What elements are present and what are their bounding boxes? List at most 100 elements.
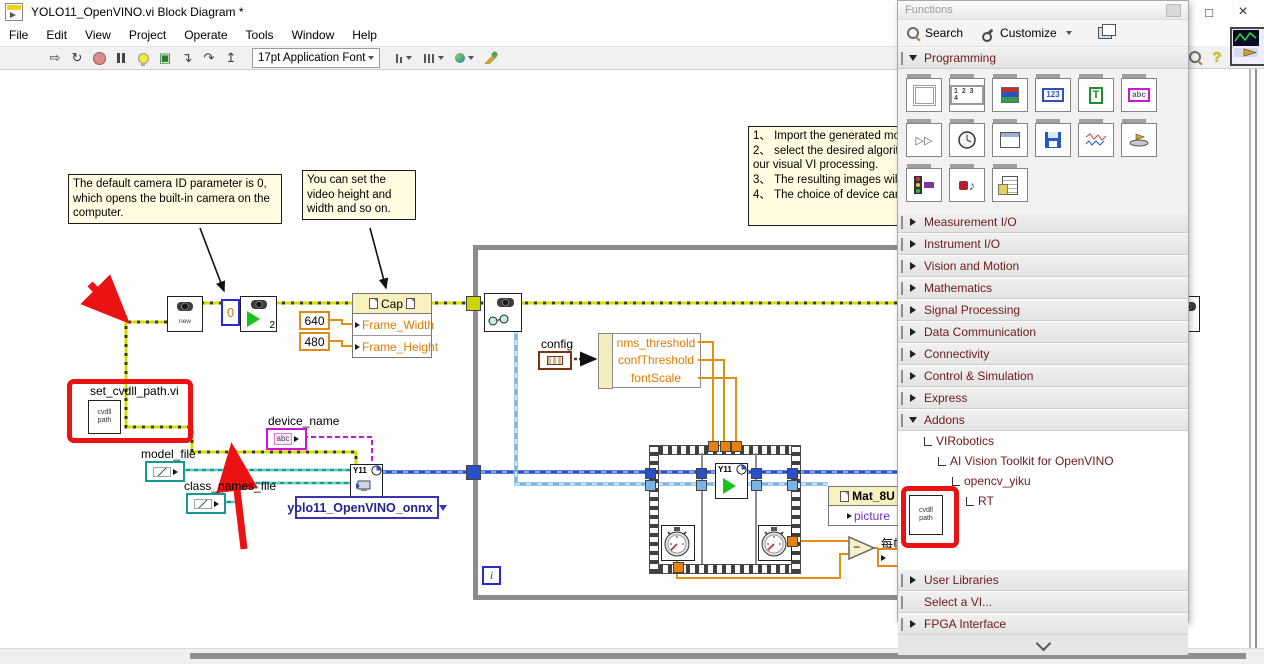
camera-read-node[interactable] [484,293,522,332]
pin-icon[interactable] [1166,4,1181,17]
cluster-icon [1001,87,1019,103]
close-button[interactable]: × [1226,0,1260,24]
camera-index-constant[interactable]: 0 [221,299,240,326]
tree-elbow-icon [952,477,960,486]
cap-row-frame-height[interactable]: Frame_Height [353,336,431,357]
maximize-button[interactable]: □ [1192,0,1226,24]
palette-category-signal-processing[interactable]: Signal Processing [898,299,1188,321]
sequence-tunnel-orange[interactable] [787,536,798,547]
model-file-label[interactable]: model_file [141,447,196,461]
palette-item-dialog-ui[interactable] [992,119,1035,164]
height-constant[interactable]: 480 [299,332,330,351]
sequence-tunnel-lightblue[interactable] [751,480,762,491]
palette-item-cluster[interactable] [992,74,1035,119]
sequence-tunnel-lightblue[interactable] [696,480,707,491]
sequence-tunnel-blue[interactable] [787,468,798,479]
palette-category-fpga-interface[interactable]: FPGA Interface [898,613,1188,635]
sequence-tunnel-orange[interactable] [720,441,731,452]
palette-item-file-io[interactable] [1035,119,1078,164]
sequence-tunnel-lightblue[interactable] [787,480,798,491]
boolean-icon: T [1089,87,1104,104]
palette-search-button[interactable]: Search [925,26,963,40]
sequence-tunnel-lightblue[interactable] [645,480,656,491]
palette-category-mathematics[interactable]: Mathematics [898,277,1188,299]
loop-tunnel-model[interactable] [466,465,481,480]
palette-item-graphics-sound[interactable]: ♪ [949,164,992,209]
palette-item-structures[interactable] [906,74,949,119]
palette-item-numeric[interactable]: 123 [1035,74,1078,119]
palette-item-array[interactable]: 1 2 3 4 [949,74,992,119]
model-file-control[interactable] [145,461,185,482]
wrench-icon [984,28,994,38]
palette-item-report-generation[interactable] [992,164,1035,209]
palette-item-synchronization[interactable] [906,164,949,209]
palette-item-application-control[interactable] [1121,119,1164,164]
tick-count-node-1[interactable] [661,525,695,561]
palette-item-boolean[interactable]: T [1078,74,1121,119]
palette-window-icon[interactable] [1098,27,1112,39]
cap-row-frame-width[interactable]: Frame_Width [353,314,431,336]
loop-tunnel-camera[interactable] [466,296,481,311]
palette-category-control-simulation[interactable]: Control & Simulation [898,365,1188,387]
run-arrow-icon [723,478,736,494]
sequence-tunnel-blue[interactable] [645,468,656,479]
loop-iteration-terminal[interactable]: i [482,566,501,585]
palette-section-programming[interactable]: Programming [898,47,1188,69]
config-control[interactable] [538,351,572,370]
palette-category-express[interactable]: Express [898,387,1188,409]
palette-category-user-libraries[interactable]: User Libraries [898,569,1188,591]
camera-new-node[interactable]: new [167,296,203,332]
sequence-tunnel-blue[interactable] [751,468,762,479]
camera-open-node[interactable]: 2 [240,296,277,332]
vi-icon[interactable] [1230,27,1264,66]
palette-category-vision-and-motion[interactable]: Vision and Motion [898,255,1188,277]
model-ring-selector[interactable]: yolo11_OpenVINO_onnx [295,496,439,519]
cap-property-node[interactable]: Cap Frame_Width Frame_Height [352,293,432,358]
red-highlight-palette-cvdll [901,486,959,548]
width-constant[interactable]: 640 [299,311,330,330]
tree-item-ai-vision-toolkit[interactable]: AI Vision Toolkit for OpenVINO [898,451,1188,471]
camera-icon [249,298,269,311]
sequence-tunnel-blue[interactable] [696,468,707,479]
camera-icon [174,299,196,314]
palette-customize-button[interactable]: Customize [1000,26,1057,40]
palette-item-comparison[interactable]: ▷▷ [906,119,949,164]
property-node-icon [369,298,378,309]
yolo-init-node[interactable]: Y11 [350,464,383,498]
palette-title: Functions [905,4,953,16]
sequence-tunnel-orange[interactable] [673,562,684,573]
sequence-border-bottom[interactable] [649,564,801,574]
sequence-border-left[interactable] [649,445,659,574]
tree-item-virobotics[interactable]: VIRobotics [898,431,1188,451]
mat-row-picture[interactable]: picture [829,506,906,525]
class-names-label[interactable]: class_names_file [184,479,276,493]
class-names-control[interactable] [186,493,226,514]
yolo-run-node[interactable]: Y11 [715,463,748,499]
palette-item-timing[interactable] [949,119,992,164]
sequence-tunnel-orange[interactable] [731,441,742,452]
palette-category-instrument-io[interactable]: Instrument I/O [898,233,1188,255]
config-label[interactable]: config [541,337,573,351]
palette-category-measurement-io[interactable]: Measurement I/O [898,211,1188,233]
mat-property-node[interactable]: Mat_8U picture [828,486,907,526]
vertical-scrollbar[interactable] [1255,68,1257,648]
path-glyph-icon [153,467,171,477]
device-name-label[interactable]: device_name [268,414,339,428]
palette-category-data-communication[interactable]: Data Communication [898,321,1188,343]
palette-category-addons[interactable]: Addons [898,409,1188,431]
palette-item-waveform[interactable] [1078,119,1121,164]
help-button[interactable]: ? [1206,47,1228,67]
sequence-border-right[interactable] [791,445,801,574]
app-control-icon [1128,131,1150,149]
programming-icon-grid: 1 2 3 4 123 T abc ▷▷ ♪ [898,69,1188,211]
device-name-control[interactable]: abc [266,428,307,450]
comment-camera-id[interactable]: The default camera ID parameter is 0, wh… [68,174,282,224]
palette-title-bar[interactable]: Functions [898,1,1188,20]
palette-item-string[interactable]: abc [1121,74,1164,119]
palette-item-select-a-vi[interactable]: Select a VI... [898,591,1188,613]
unbundle-node-strip[interactable] [598,333,613,389]
sequence-tunnel-orange[interactable] [708,441,719,452]
comment-video-size[interactable]: You can set the video height and width a… [302,170,416,220]
palette-expand-row[interactable] [898,635,1188,655]
palette-category-connectivity[interactable]: Connectivity [898,343,1188,365]
